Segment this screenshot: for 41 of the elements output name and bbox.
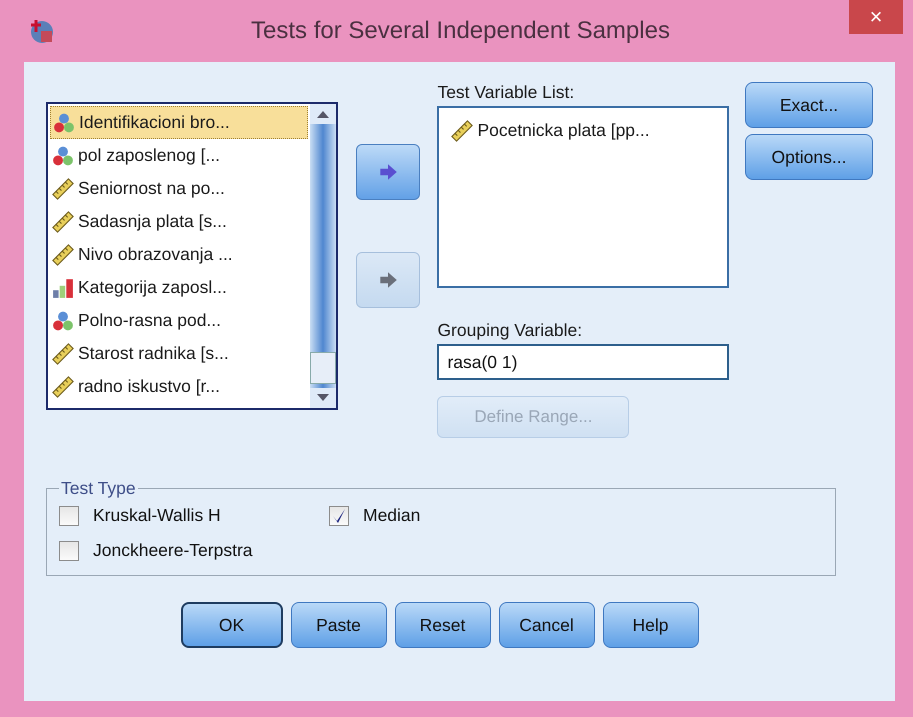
dialog-button[interactable]: Exact... — [745, 82, 873, 128]
variable-item[interactable]: Identifikacioni bro... — [50, 106, 308, 139]
variable-list[interactable]: Identifikacioni bro... pol zaposlenog [... Seniornost na po... Sadasnja plata [s... Nivo obrazovanja ... Kategorija zaposl... Polno-rasna pod... Starost radnika [s... radno iskustvo [r... — [46, 102, 338, 410]
balls-icon — [52, 310, 74, 332]
dialog-button[interactable]: Cancel — [498, 602, 594, 648]
variable-item[interactable]: radno iskustvo [r... — [50, 370, 308, 403]
checkbox[interactable] — [59, 540, 79, 560]
window-title: Tests for Several Independent Samples — [250, 17, 671, 45]
dialog-button[interactable]: Help — [602, 602, 698, 648]
checkbox-option[interactable]: Median — [329, 505, 815, 526]
close-button[interactable]: × — [849, 0, 903, 34]
field-label: Test Variable List: — [437, 82, 576, 104]
checkbox-option[interactable]: Jonckheere-Terpstra — [59, 540, 329, 561]
app-icon — [28, 17, 56, 45]
dialog-button[interactable]: Paste — [290, 602, 386, 648]
checkbox-option[interactable]: Kruskal-Wallis H — [59, 505, 329, 526]
field-label: Grouping Variable: — [437, 320, 584, 342]
scroll-up-icon[interactable] — [316, 110, 329, 118]
scrollbar[interactable] — [310, 104, 336, 408]
dialog-button[interactable]: Reset — [394, 602, 490, 648]
variable-item[interactable]: Polno-rasna pod... — [50, 304, 308, 337]
scroll-down-icon[interactable] — [316, 394, 329, 402]
dialog-button[interactable]: Options... — [745, 134, 873, 180]
balls-icon — [52, 144, 74, 166]
grouping-field[interactable]: rasa(0 1) — [437, 344, 729, 380]
variable-item[interactable]: Starost radnika [s... — [50, 337, 308, 370]
checkbox[interactable] — [59, 506, 79, 526]
variable-item[interactable]: Nivo obrazovanja ... — [50, 238, 308, 271]
test-variable-list[interactable]: Pocetnicka plata [pp... — [437, 106, 729, 288]
dialog-button[interactable]: OK — [180, 602, 282, 648]
variable-item[interactable]: Sadasnja plata [s... — [50, 205, 308, 238]
bar-chart-icon — [52, 276, 74, 298]
move-button[interactable] — [356, 144, 420, 200]
variable-item[interactable]: Pocetnicka plata [pp... — [449, 114, 717, 147]
variable-item[interactable]: Seniornost na po... — [50, 172, 308, 205]
balls-icon — [53, 112, 75, 134]
variable-item[interactable]: Kategorija zaposl... — [50, 271, 308, 304]
variable-item[interactable]: pol zaposlenog [... — [50, 139, 308, 172]
checkbox[interactable] — [329, 506, 349, 526]
group-title: Test Type — [60, 478, 137, 499]
scroll-thumb[interactable] — [310, 352, 336, 384]
